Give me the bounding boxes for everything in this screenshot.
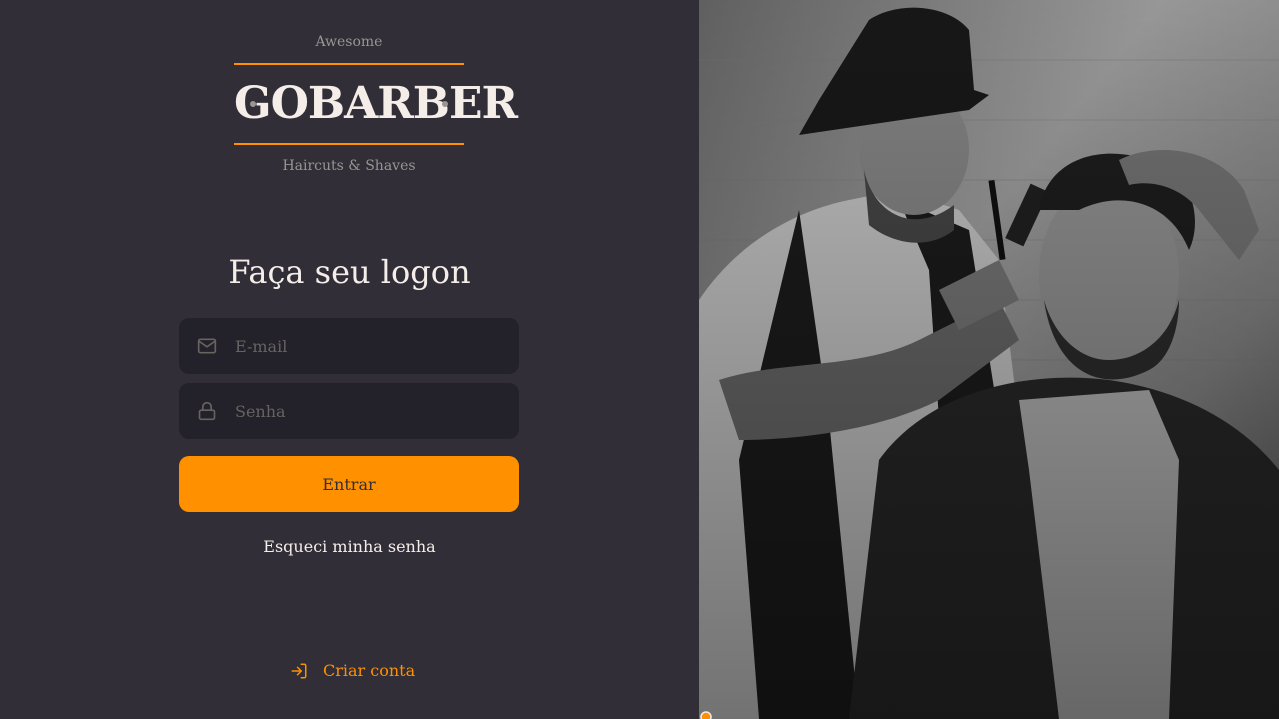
email-input[interactable] xyxy=(233,317,519,375)
log-in-icon xyxy=(290,662,308,680)
create-account-link[interactable]: Criar conta xyxy=(290,661,415,680)
submit-button[interactable]: Entrar xyxy=(179,456,519,512)
lock-icon xyxy=(197,401,217,421)
logo-dot-right xyxy=(442,101,448,107)
password-field[interactable] xyxy=(179,382,519,440)
password-input[interactable] xyxy=(233,382,519,440)
barber-photo xyxy=(699,0,1279,719)
logo-top-text: Awesome xyxy=(315,34,383,50)
forgot-password-link[interactable]: Esqueci minha senha xyxy=(0,537,699,556)
email-field[interactable] xyxy=(179,317,519,375)
sign-in-page: Awesome GOBARBER Haircuts & Shaves Faça … xyxy=(0,0,1279,719)
page-title: Faça seu logon xyxy=(228,253,471,291)
logo-brand: GOBARBER xyxy=(234,78,518,129)
gobarber-logo: Awesome GOBARBER Haircuts & Shaves xyxy=(234,30,518,175)
logo-divider-bottom xyxy=(234,143,464,145)
mail-icon xyxy=(197,336,217,356)
logo-bottom-text: Haircuts & Shaves xyxy=(282,158,416,174)
barber-photo-illustration xyxy=(699,0,1279,719)
sign-in-content: Awesome GOBARBER Haircuts & Shaves Faça … xyxy=(0,0,699,719)
logo-divider-top xyxy=(234,63,464,65)
create-account-label: Criar conta xyxy=(323,661,416,680)
